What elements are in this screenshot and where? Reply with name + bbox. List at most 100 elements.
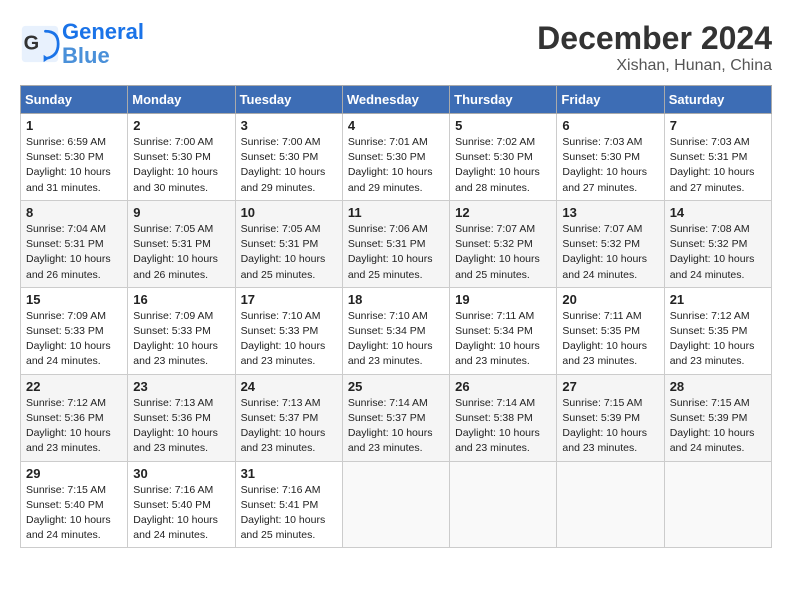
cell-content: Sunrise: 7:12 AM Sunset: 5:35 PM Dayligh… (670, 309, 766, 370)
calendar-cell: 10 Sunrise: 7:05 AM Sunset: 5:31 PM Dayl… (235, 200, 342, 287)
cell-content: Sunrise: 7:15 AM Sunset: 5:39 PM Dayligh… (562, 396, 658, 457)
calendar-table: SundayMondayTuesdayWednesdayThursdayFrid… (20, 85, 772, 548)
cell-content: Sunrise: 7:09 AM Sunset: 5:33 PM Dayligh… (26, 309, 122, 370)
day-header-monday: Monday (128, 86, 235, 114)
calendar-cell: 5 Sunrise: 7:02 AM Sunset: 5:30 PM Dayli… (450, 114, 557, 201)
calendar-cell: 16 Sunrise: 7:09 AM Sunset: 5:33 PM Dayl… (128, 287, 235, 374)
day-number: 27 (562, 379, 658, 394)
sunset-label: Sunset: 5:41 PM (241, 499, 319, 511)
day-header-friday: Friday (557, 86, 664, 114)
sunset-label: Sunset: 5:31 PM (26, 238, 104, 250)
sunrise-label: Sunrise: 7:11 AM (562, 310, 641, 322)
sunset-label: Sunset: 5:37 PM (241, 412, 319, 424)
calendar-cell: 26 Sunrise: 7:14 AM Sunset: 5:38 PM Dayl… (450, 374, 557, 461)
sunset-label: Sunset: 5:33 PM (26, 325, 104, 337)
sunset-label: Sunset: 5:39 PM (562, 412, 640, 424)
day-number: 13 (562, 205, 658, 220)
location: Xishan, Hunan, China (537, 57, 772, 75)
sunset-label: Sunset: 5:31 PM (241, 238, 319, 250)
cell-content: Sunrise: 7:14 AM Sunset: 5:38 PM Dayligh… (455, 396, 551, 457)
calendar-cell: 4 Sunrise: 7:01 AM Sunset: 5:30 PM Dayli… (342, 114, 449, 201)
daylight-label: Daylight: 10 hours and 24 minutes. (670, 427, 755, 454)
cell-content: Sunrise: 7:06 AM Sunset: 5:31 PM Dayligh… (348, 222, 444, 283)
sunset-label: Sunset: 5:31 PM (670, 151, 748, 163)
header-row: SundayMondayTuesdayWednesdayThursdayFrid… (21, 86, 772, 114)
cell-content: Sunrise: 7:13 AM Sunset: 5:36 PM Dayligh… (133, 396, 229, 457)
sunset-label: Sunset: 5:33 PM (133, 325, 211, 337)
cell-content: Sunrise: 7:07 AM Sunset: 5:32 PM Dayligh… (562, 222, 658, 283)
svg-text:G: G (24, 33, 40, 55)
sunrise-label: Sunrise: 7:00 AM (241, 136, 321, 148)
calendar-week-2: 8 Sunrise: 7:04 AM Sunset: 5:31 PM Dayli… (21, 200, 772, 287)
day-number: 6 (562, 118, 658, 133)
daylight-label: Daylight: 10 hours and 25 minutes. (241, 514, 326, 541)
calendar-week-4: 22 Sunrise: 7:12 AM Sunset: 5:36 PM Dayl… (21, 374, 772, 461)
sunset-label: Sunset: 5:40 PM (26, 499, 104, 511)
cell-content: Sunrise: 7:10 AM Sunset: 5:33 PM Dayligh… (241, 309, 337, 370)
cell-content: Sunrise: 7:14 AM Sunset: 5:37 PM Dayligh… (348, 396, 444, 457)
day-number: 18 (348, 292, 444, 307)
sunset-label: Sunset: 5:30 PM (455, 151, 533, 163)
sunset-label: Sunset: 5:40 PM (133, 499, 211, 511)
cell-content: Sunrise: 7:00 AM Sunset: 5:30 PM Dayligh… (133, 135, 229, 196)
day-number: 31 (241, 466, 337, 481)
cell-content: Sunrise: 7:04 AM Sunset: 5:31 PM Dayligh… (26, 222, 122, 283)
page-header: G GeneralBlue December 2024 Xishan, Huna… (20, 20, 772, 75)
day-number: 25 (348, 379, 444, 394)
daylight-label: Daylight: 10 hours and 23 minutes. (562, 427, 647, 454)
calendar-cell: 22 Sunrise: 7:12 AM Sunset: 5:36 PM Dayl… (21, 374, 128, 461)
daylight-label: Daylight: 10 hours and 24 minutes. (26, 514, 111, 541)
calendar-cell: 14 Sunrise: 7:08 AM Sunset: 5:32 PM Dayl… (664, 200, 771, 287)
sunset-label: Sunset: 5:30 PM (133, 151, 211, 163)
day-number: 30 (133, 466, 229, 481)
daylight-label: Daylight: 10 hours and 31 minutes. (26, 166, 111, 193)
day-number: 28 (670, 379, 766, 394)
day-number: 2 (133, 118, 229, 133)
cell-content: Sunrise: 7:12 AM Sunset: 5:36 PM Dayligh… (26, 396, 122, 457)
daylight-label: Daylight: 10 hours and 23 minutes. (133, 427, 218, 454)
calendar-week-5: 29 Sunrise: 7:15 AM Sunset: 5:40 PM Dayl… (21, 461, 772, 548)
calendar-cell: 3 Sunrise: 7:00 AM Sunset: 5:30 PM Dayli… (235, 114, 342, 201)
daylight-label: Daylight: 10 hours and 27 minutes. (670, 166, 755, 193)
day-number: 19 (455, 292, 551, 307)
calendar-cell: 25 Sunrise: 7:14 AM Sunset: 5:37 PM Dayl… (342, 374, 449, 461)
sunrise-label: Sunrise: 7:09 AM (26, 310, 106, 322)
day-number: 29 (26, 466, 122, 481)
cell-content: Sunrise: 7:09 AM Sunset: 5:33 PM Dayligh… (133, 309, 229, 370)
cell-content: Sunrise: 7:03 AM Sunset: 5:30 PM Dayligh… (562, 135, 658, 196)
cell-content: Sunrise: 7:00 AM Sunset: 5:30 PM Dayligh… (241, 135, 337, 196)
sunrise-label: Sunrise: 7:05 AM (133, 223, 213, 235)
sunset-label: Sunset: 5:37 PM (348, 412, 426, 424)
calendar-cell: 21 Sunrise: 7:12 AM Sunset: 5:35 PM Dayl… (664, 287, 771, 374)
calendar-cell (450, 461, 557, 548)
day-number: 17 (241, 292, 337, 307)
sunset-label: Sunset: 5:34 PM (348, 325, 426, 337)
cell-content: Sunrise: 7:16 AM Sunset: 5:41 PM Dayligh… (241, 483, 337, 544)
calendar-cell: 31 Sunrise: 7:16 AM Sunset: 5:41 PM Dayl… (235, 461, 342, 548)
day-number: 3 (241, 118, 337, 133)
day-number: 23 (133, 379, 229, 394)
sunrise-label: Sunrise: 7:15 AM (562, 397, 642, 409)
day-number: 15 (26, 292, 122, 307)
calendar-cell (342, 461, 449, 548)
sunset-label: Sunset: 5:32 PM (670, 238, 748, 250)
cell-content: Sunrise: 7:15 AM Sunset: 5:39 PM Dayligh… (670, 396, 766, 457)
sunset-label: Sunset: 5:31 PM (133, 238, 211, 250)
sunrise-label: Sunrise: 7:07 AM (562, 223, 642, 235)
day-header-sunday: Sunday (21, 86, 128, 114)
daylight-label: Daylight: 10 hours and 24 minutes. (670, 253, 755, 280)
daylight-label: Daylight: 10 hours and 26 minutes. (26, 253, 111, 280)
sunset-label: Sunset: 5:30 PM (241, 151, 319, 163)
day-header-saturday: Saturday (664, 86, 771, 114)
daylight-label: Daylight: 10 hours and 30 minutes. (133, 166, 218, 193)
cell-content: Sunrise: 6:59 AM Sunset: 5:30 PM Dayligh… (26, 135, 122, 196)
sunrise-label: Sunrise: 7:16 AM (241, 484, 321, 496)
daylight-label: Daylight: 10 hours and 25 minutes. (241, 253, 326, 280)
daylight-label: Daylight: 10 hours and 28 minutes. (455, 166, 540, 193)
calendar-cell: 27 Sunrise: 7:15 AM Sunset: 5:39 PM Dayl… (557, 374, 664, 461)
day-number: 1 (26, 118, 122, 133)
daylight-label: Daylight: 10 hours and 23 minutes. (133, 340, 218, 367)
calendar-cell: 20 Sunrise: 7:11 AM Sunset: 5:35 PM Dayl… (557, 287, 664, 374)
day-number: 24 (241, 379, 337, 394)
calendar-cell: 23 Sunrise: 7:13 AM Sunset: 5:36 PM Dayl… (128, 374, 235, 461)
